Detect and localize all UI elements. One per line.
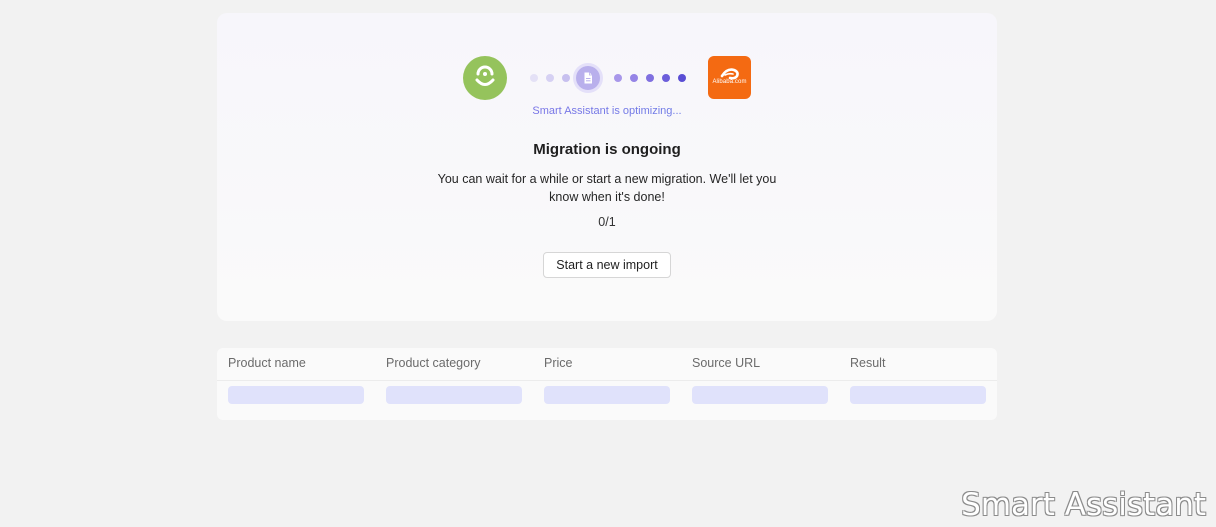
flow-dot	[662, 74, 670, 82]
migration-status-card: Alibaba.com Smart Assistant is optimizin…	[217, 13, 997, 321]
flow-dot	[530, 74, 538, 82]
loading-skeleton	[228, 386, 364, 404]
product-table: Product name Product category Price Sour…	[217, 348, 997, 420]
alibaba-logo-icon: Alibaba.com	[708, 56, 751, 99]
document-icon	[576, 66, 600, 90]
watermark: Smart Assistant	[961, 487, 1206, 523]
flow-dot	[614, 74, 622, 82]
loading-skeleton	[386, 386, 522, 404]
table-header: Product name Product category Price Sour…	[217, 348, 997, 381]
smiley-logo-icon	[463, 56, 507, 100]
flow-dot	[646, 74, 654, 82]
target-logo-text: Alibaba.com	[712, 79, 747, 85]
column-header-result: Result	[850, 356, 886, 370]
flow-dot	[562, 74, 570, 82]
assistant-status: Smart Assistant is optimizing...	[217, 105, 997, 117]
flow-dot	[546, 74, 554, 82]
column-header-product-category: Product category	[386, 356, 481, 370]
migration-message: You can wait for a while or start a new …	[437, 172, 777, 204]
flow-dot	[630, 74, 638, 82]
column-header-source-url: Source URL	[692, 356, 761, 370]
migration-title: Migration is ongoing	[533, 141, 681, 158]
migration-flow: Alibaba.com	[217, 56, 997, 100]
loading-skeleton	[850, 386, 986, 404]
flow-dot	[678, 74, 686, 82]
progress-count: 0/1	[598, 215, 616, 229]
column-header-product-name: Product name	[228, 356, 306, 370]
loading-skeleton	[692, 386, 828, 404]
column-header-price: Price	[544, 356, 573, 370]
loading-skeleton	[544, 386, 670, 404]
start-new-import-button[interactable]: Start a new import	[543, 252, 671, 278]
